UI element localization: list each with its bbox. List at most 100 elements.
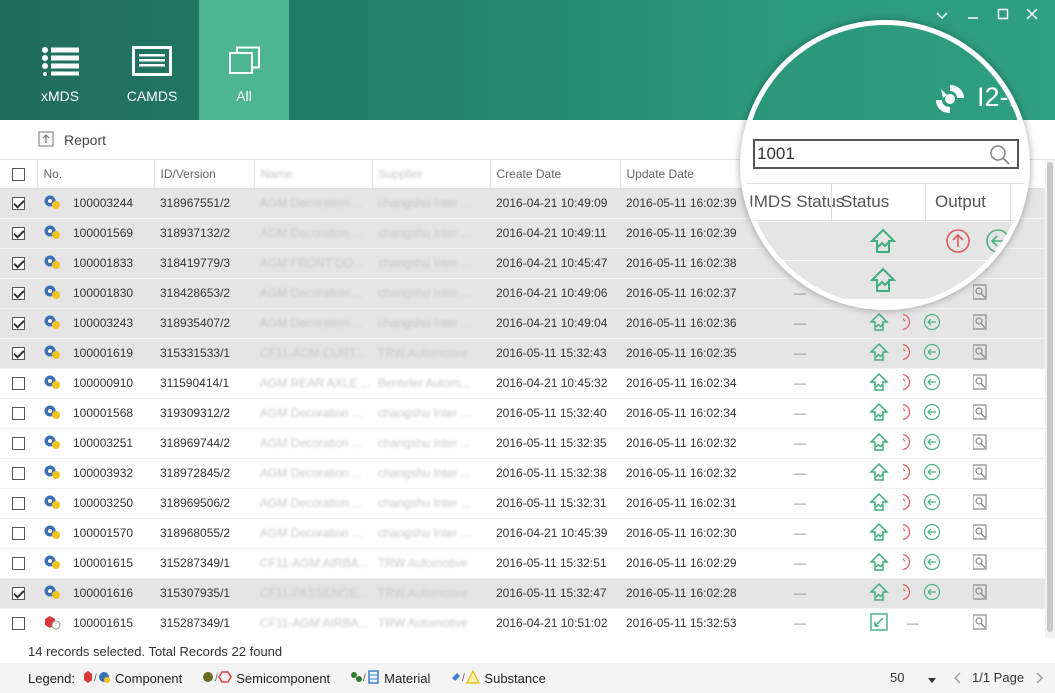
- details-icon[interactable]: [973, 613, 989, 634]
- column-header-id-version[interactable]: ID/Version: [154, 160, 255, 189]
- cell-details[interactable]: [973, 338, 1045, 369]
- cell-details[interactable]: [973, 608, 1045, 638]
- output-import-icon[interactable]: [923, 433, 941, 454]
- details-icon[interactable]: [973, 433, 989, 454]
- restore-button[interactable]: [962, 6, 984, 24]
- column-header-update-date[interactable]: Update Date: [620, 160, 746, 189]
- column-header-no[interactable]: No.: [37, 160, 155, 189]
- details-icon[interactable]: [973, 313, 989, 334]
- cell-details[interactable]: [973, 428, 1045, 459]
- details-icon[interactable]: [973, 553, 989, 574]
- output-import-icon[interactable]: [923, 313, 941, 334]
- output-export-icon[interactable]: [903, 343, 911, 364]
- cell-details[interactable]: [973, 518, 1045, 549]
- row-checkbox[interactable]: [0, 308, 37, 339]
- page-size-dropdown[interactable]: [926, 673, 938, 688]
- output-export-icon[interactable]: [903, 553, 911, 574]
- row-checkbox[interactable]: [0, 188, 37, 219]
- cell-status[interactable]: [855, 458, 903, 489]
- cell-status[interactable]: [855, 518, 903, 549]
- table-row[interactable]: 100003250 318969506/2 AGM Decoration ... ch…: [0, 488, 1045, 519]
- search-box[interactable]: [753, 139, 1019, 169]
- row-checkbox[interactable]: [0, 548, 37, 579]
- table-row[interactable]: 100003243 318935407/2 AGM Decoration ... ch…: [0, 308, 1045, 339]
- column-header-create-date[interactable]: Create Date: [490, 160, 621, 189]
- search-icon[interactable]: [989, 144, 1011, 169]
- output-export-icon[interactable]: [903, 373, 911, 394]
- row-checkbox[interactable]: [0, 278, 37, 309]
- minimize-button[interactable]: [931, 6, 953, 24]
- output-export-icon[interactable]: [903, 313, 911, 334]
- report-button[interactable]: Report: [38, 130, 106, 150]
- cell-status[interactable]: [855, 548, 903, 579]
- row-checkbox[interactable]: [0, 218, 37, 249]
- table-row[interactable]: 100003251 318969744/2 AGM Decoration ... ch…: [0, 428, 1045, 459]
- cell-status[interactable]: [855, 578, 903, 609]
- output-export-icon[interactable]: [903, 493, 911, 514]
- table-row[interactable]: 100001616 315307935/1 CF11-PASSENGE... TRW …: [0, 578, 1045, 609]
- table-row[interactable]: 100001615 315287349/1 CF11-AGM AIRBA... TRW…: [0, 608, 1045, 638]
- status-upload-icon[interactable]: [869, 342, 889, 365]
- details-icon[interactable]: [973, 343, 989, 364]
- details-icon[interactable]: [973, 493, 989, 514]
- row-checkbox[interactable]: [0, 458, 37, 489]
- output-import-icon[interactable]: [923, 403, 941, 424]
- previous-page-button[interactable]: [953, 672, 963, 687]
- status-upload-icon[interactable]: [869, 312, 889, 335]
- cell-details[interactable]: [973, 458, 1045, 489]
- status-upload-icon[interactable]: [869, 402, 889, 425]
- output-export-icon[interactable]: [903, 523, 911, 544]
- output-export-icon[interactable]: [903, 403, 911, 424]
- maximize-button[interactable]: [992, 6, 1014, 24]
- cell-status[interactable]: [855, 398, 903, 429]
- row-checkbox[interactable]: [0, 608, 37, 638]
- output-import-icon[interactable]: [923, 373, 941, 394]
- table-row[interactable]: 100003932 318972845/2 AGM Decoration ... ch…: [0, 458, 1045, 489]
- cell-status[interactable]: [855, 428, 903, 459]
- status-upload-icon[interactable]: [869, 552, 889, 575]
- status-upload-icon[interactable]: [869, 522, 889, 545]
- output-export-icon[interactable]: [903, 463, 911, 484]
- output-import-icon[interactable]: [923, 343, 941, 364]
- cell-details[interactable]: [973, 548, 1045, 579]
- tab-xmds[interactable]: xMDS: [15, 0, 105, 120]
- row-checkbox[interactable]: [0, 578, 37, 609]
- output-import-icon[interactable]: [923, 463, 941, 484]
- details-icon[interactable]: [973, 523, 989, 544]
- column-header-name[interactable]: Name: [254, 160, 373, 189]
- search-input[interactable]: [755, 141, 975, 167]
- status-upload-icon[interactable]: [869, 462, 889, 485]
- output-import-icon[interactable]: [923, 583, 941, 604]
- cell-details[interactable]: [973, 578, 1045, 609]
- row-checkbox[interactable]: [0, 488, 37, 519]
- table-row[interactable]: 100000910 311590414/1 AGM REAR AXLE ... Ben…: [0, 368, 1045, 399]
- status-upload-icon[interactable]: [869, 612, 889, 635]
- status-upload-icon[interactable]: [869, 492, 889, 515]
- status-upload-icon[interactable]: [869, 372, 889, 395]
- table-row[interactable]: 100001570 318968055/2 AGM Decoration ... ch…: [0, 518, 1045, 549]
- close-button[interactable]: [1021, 6, 1043, 24]
- row-checkbox[interactable]: [0, 398, 37, 429]
- status-upload-icon[interactable]: [869, 582, 889, 605]
- cell-status[interactable]: [855, 308, 903, 339]
- cell-details[interactable]: [973, 488, 1045, 519]
- select-all-checkbox[interactable]: [0, 160, 38, 189]
- next-page-button[interactable]: [1034, 672, 1044, 687]
- details-icon[interactable]: [973, 463, 989, 484]
- table-row[interactable]: 100001615 315287349/1 CF11-AGM AIRBA... TRW…: [0, 548, 1045, 579]
- tab-all[interactable]: All: [199, 0, 289, 120]
- scrollbar-thumb[interactable]: [1047, 162, 1053, 632]
- output-import-icon[interactable]: [923, 523, 941, 544]
- cell-status[interactable]: [855, 608, 903, 638]
- cell-status[interactable]: [855, 488, 903, 519]
- output-import-icon[interactable]: [923, 553, 941, 574]
- details-icon[interactable]: [973, 583, 989, 604]
- output-export-icon[interactable]: [903, 583, 911, 604]
- cell-status[interactable]: [855, 338, 903, 369]
- row-checkbox[interactable]: [0, 248, 37, 279]
- details-icon[interactable]: [973, 373, 989, 394]
- column-header-supplier[interactable]: Supplier: [372, 160, 491, 189]
- row-checkbox[interactable]: [0, 338, 37, 369]
- row-checkbox[interactable]: [0, 428, 37, 459]
- row-checkbox[interactable]: [0, 368, 37, 399]
